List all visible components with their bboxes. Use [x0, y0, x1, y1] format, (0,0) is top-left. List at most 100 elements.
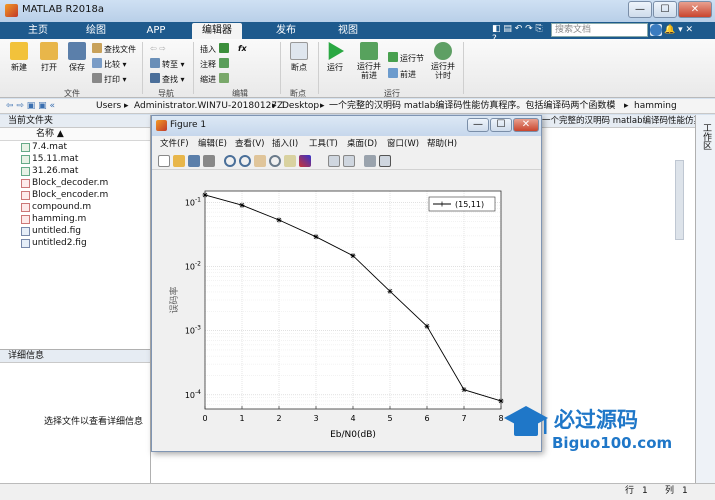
maximize-button[interactable]: ☐ [653, 1, 677, 18]
menu-view[interactable]: 查看(V) [235, 137, 264, 151]
run-section-label: 运行节 [400, 54, 424, 63]
file-item[interactable]: untitled.fig [0, 225, 150, 237]
workspace-strip[interactable]: 工作区 [695, 115, 715, 483]
compare-button[interactable]: 比较 ▾ [92, 58, 127, 70]
insert-button[interactable]: 插入 [200, 43, 231, 55]
ber-chart[interactable]: 0 1 2 3 4 5 6 7 810-410-310-210-1Eb/N0(dB)误码率(15… [152, 171, 541, 451]
zoom-out-icon[interactable] [239, 155, 251, 167]
search-input[interactable]: 搜索文档 [551, 23, 648, 37]
run-time-icon [434, 42, 452, 60]
x-tick-label: 5 [387, 414, 392, 423]
figure-window[interactable]: Figure 1 — ☐ ✕ 文件(F) 编辑(E) 查看(V) 插入(I) 工… [151, 115, 542, 452]
breadcrumb-users[interactable]: Users [96, 99, 121, 113]
run-button[interactable]: 运行 [322, 42, 348, 73]
editor-area[interactable]: 一个完整的汉明码 matlab编译码性能仿真程序。包括编译码两个... [540, 115, 695, 355]
x-axis-label: Eb/N0(dB) [330, 430, 376, 440]
mat-file-icon [21, 155, 30, 164]
open-button[interactable]: 打开 [36, 42, 62, 73]
file-item[interactable]: 7.4.mat [0, 141, 150, 153]
hide-plot-tools-icon[interactable] [364, 155, 376, 167]
run-section-button[interactable]: 运行节 [388, 52, 424, 64]
file-item[interactable]: 15.11.mat [0, 153, 150, 165]
data-cursor-icon[interactable] [284, 155, 296, 167]
tab-view[interactable]: 视图 [330, 23, 366, 39]
data-point [461, 387, 467, 393]
new-figure-icon[interactable] [158, 155, 170, 167]
workspace-tab[interactable]: 工作区 [700, 123, 713, 150]
colorbar-icon[interactable] [328, 155, 340, 167]
file-item[interactable]: untitled2.fig [0, 237, 150, 249]
breadcrumb-hamming[interactable]: hamming [634, 99, 677, 113]
pan-hand-icon[interactable] [254, 155, 266, 167]
window-controls-icons[interactable]: 🔔 ▾ ✕ [664, 23, 712, 37]
close-button[interactable]: ✕ [678, 1, 712, 18]
menu-desktop[interactable]: 桌面(D) [347, 137, 377, 151]
search-icon[interactable] [650, 24, 662, 36]
advance-button[interactable]: 前进 [388, 68, 416, 80]
figure-maximize-button[interactable]: ☐ [490, 118, 512, 132]
legend-icon[interactable] [343, 155, 355, 167]
indent-button[interactable]: 缩进 [200, 73, 231, 85]
menu-edit[interactable]: 编辑(E) [198, 137, 227, 151]
run-advance-button[interactable]: 运行并 前进 [354, 42, 384, 80]
print-button[interactable]: 打印 ▾ [92, 73, 127, 85]
goto-icon [150, 58, 160, 68]
title-bar: MATLAB R2018a — ☐ ✕ [0, 0, 715, 22]
find-button[interactable]: 查找 ▾ [150, 73, 185, 85]
breadcrumb-desktop[interactable]: Desktop [282, 99, 319, 113]
open-icon[interactable] [173, 155, 185, 167]
file-item[interactable]: Block_decoder.m [0, 177, 150, 189]
find-files-button[interactable]: 查找文件 [92, 43, 136, 55]
data-point [202, 192, 208, 198]
minimize-button[interactable]: — [628, 1, 652, 18]
file-list: 7.4.mat 15.11.mat 31.26.mat Block_decode… [0, 141, 150, 249]
plot-area[interactable]: 0 1 2 3 4 5 6 7 8 10-4 10-3 10-2 10-1 Eb/N0(dB) 误码率 (15… [152, 171, 541, 451]
current-folder-panel: 当前文件夹 名称 ▲ 7.4.mat 15.11.mat 31.26.mat B… [0, 115, 151, 355]
file-item[interactable]: hamming.m [0, 213, 150, 225]
file-item[interactable]: compound.m [0, 201, 150, 213]
quick-access-toolbar[interactable]: ◧ ▤ ↶ ↷ ⎘ ? [492, 24, 548, 44]
editor-scrollbar[interactable] [675, 160, 684, 240]
menu-help[interactable]: 帮助(H) [427, 137, 457, 151]
nav-back-forward[interactable]: ⇦ ⇨ [150, 43, 166, 55]
breadcrumb-user[interactable]: Administrator.WIN7U-20180127Z [134, 99, 283, 113]
name-column-header[interactable]: 名称 ▲ [0, 128, 150, 141]
fig-file-icon [21, 239, 30, 248]
y-axis-label: 误码率 [168, 286, 180, 313]
tab-editor[interactable]: 编辑器 [192, 23, 242, 39]
save-button[interactable]: 保存 [64, 42, 90, 73]
menu-insert[interactable]: 插入(I) [272, 137, 298, 151]
rotate-icon[interactable] [269, 155, 281, 167]
zoom-in-icon[interactable] [224, 155, 236, 167]
new-button[interactable]: 新建 [6, 42, 32, 73]
tab-publish[interactable]: 发布 [268, 23, 304, 39]
nav-arrows-icon[interactable]: ⇦ ⇨ ▣ ▣ « [6, 99, 55, 113]
figure-close-button[interactable]: ✕ [513, 118, 539, 132]
row-label: 行 [625, 486, 635, 496]
address-bar[interactable]: ⇦ ⇨ ▣ ▣ « Users ▸ Administrator.WIN7U-20… [0, 99, 715, 114]
file-item[interactable]: 31.26.mat [0, 165, 150, 177]
show-plot-tools-icon[interactable] [379, 155, 391, 167]
brush-icon[interactable] [299, 155, 311, 167]
print-icon[interactable] [203, 155, 215, 167]
tab-home[interactable]: 主页 [20, 23, 56, 39]
fx-button[interactable]: fx [238, 43, 247, 55]
menu-tools[interactable]: 工具(T) [309, 137, 338, 151]
y-tick-label: 10-2 [185, 260, 201, 271]
breadcrumb-folder[interactable]: 一个完整的汉明码 matlab编译码性能仿真程序。包括编译码两个函数模块 [329, 99, 615, 113]
insert-label: 插入 [200, 45, 216, 54]
run-time-button[interactable]: 运行并 计时 [428, 42, 458, 80]
tab-apps[interactable]: APP [138, 23, 174, 39]
group-divider [280, 42, 281, 94]
comment-button[interactable]: 注释 [200, 58, 231, 70]
breakpoints-button[interactable]: 断点 [286, 42, 312, 73]
save-icon[interactable] [188, 155, 200, 167]
goto-button[interactable]: 转至 ▾ [150, 58, 185, 70]
figure-minimize-button[interactable]: — [467, 118, 489, 132]
tab-plots[interactable]: 绘图 [78, 23, 114, 39]
menu-window[interactable]: 窗口(W) [387, 137, 419, 151]
status-bar: 行 1 列 1 [0, 483, 715, 500]
figure-title-bar[interactable]: Figure 1 — ☐ ✕ [152, 116, 541, 136]
file-item[interactable]: Block_encoder.m [0, 189, 150, 201]
menu-file[interactable]: 文件(F) [160, 137, 189, 151]
